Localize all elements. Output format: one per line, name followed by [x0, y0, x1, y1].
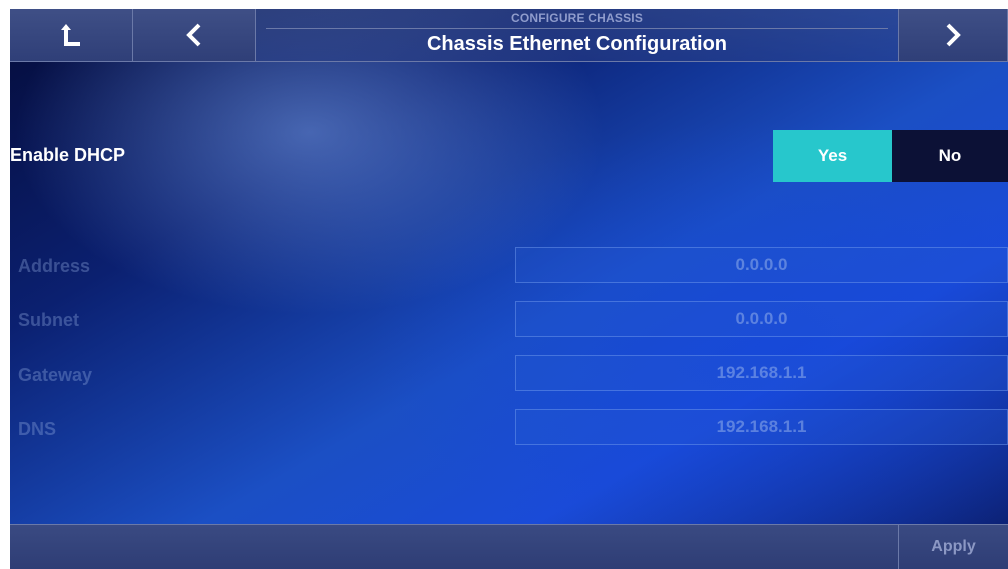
page-subtitle: CONFIGURE CHASSIS — [510, 11, 644, 25]
back-button[interactable] — [133, 9, 256, 62]
dns-field[interactable]: 192.168.1.1 — [515, 409, 1008, 445]
page-title: Chassis Ethernet Configuration — [426, 33, 728, 55]
apply-button[interactable]: Apply — [898, 525, 1008, 569]
gateway-field[interactable]: 192.168.1.1 — [515, 355, 1008, 391]
subnet-field[interactable]: 0.0.0.0 — [515, 301, 1008, 337]
screen: CONFIGURE CHASSIS Chassis Ethernet Confi… — [10, 9, 1008, 569]
title-divider — [266, 28, 888, 29]
chevron-right-icon — [944, 23, 962, 47]
chevron-left-icon — [185, 23, 203, 47]
next-button[interactable] — [898, 9, 1008, 62]
top-bar: CONFIGURE CHASSIS Chassis Ethernet Confi… — [10, 9, 1008, 62]
title-area: CONFIGURE CHASSIS Chassis Ethernet Confi… — [256, 9, 898, 62]
dns-label: DNS — [18, 419, 57, 439]
subnet-label: Subnet — [18, 310, 79, 330]
up-button[interactable] — [10, 9, 133, 62]
address-label: Address — [18, 256, 91, 276]
bottom-bar: Apply — [10, 524, 1008, 569]
dhcp-yes-button[interactable]: Yes — [773, 130, 892, 182]
up-return-arrow-icon — [60, 22, 82, 48]
gateway-label: Gateway — [18, 365, 93, 385]
address-field[interactable]: 0.0.0.0 — [515, 247, 1008, 283]
dhcp-no-button[interactable]: No — [892, 130, 1008, 182]
enable-dhcp-label: Enable DHCP — [10, 145, 126, 165]
